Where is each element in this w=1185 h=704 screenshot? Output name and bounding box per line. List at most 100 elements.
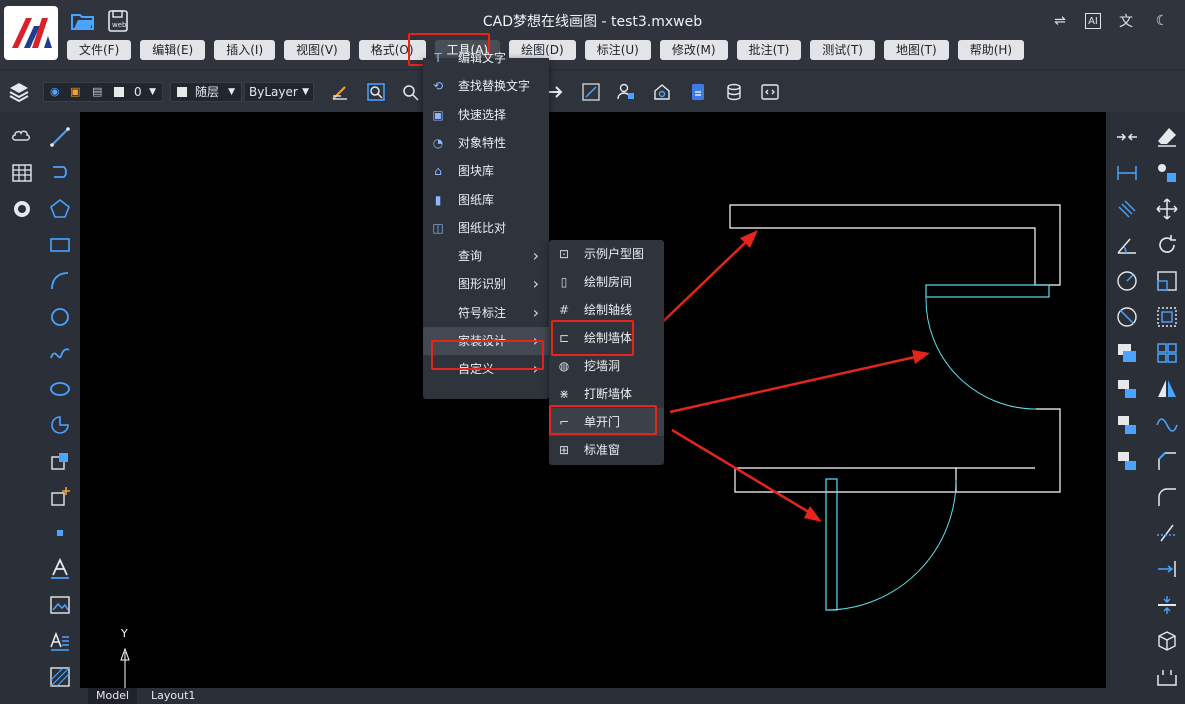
linear-dimension-icon[interactable]	[1114, 160, 1140, 186]
submenu-item[interactable]: ⌐ 单开门	[549, 408, 664, 436]
tools-menu-item[interactable]: ◫ 图纸比对	[423, 214, 549, 242]
text-icon[interactable]	[47, 556, 73, 582]
tools-menu-item[interactable]: ▣ 快速选择	[423, 101, 549, 129]
menu-format[interactable]: 格式(O)	[358, 40, 426, 60]
open-folder-icon[interactable]	[70, 8, 96, 34]
save-web-icon[interactable]: web	[106, 8, 132, 34]
trim-icon[interactable]	[1154, 520, 1180, 546]
dark-mode-icon[interactable]: ☾	[1151, 10, 1173, 32]
polygon-icon[interactable]	[47, 196, 73, 222]
extend-icon[interactable]	[1154, 556, 1180, 582]
image-icon[interactable]	[47, 592, 73, 618]
copy-icon[interactable]	[1114, 340, 1140, 366]
zoom-extents-icon[interactable]	[398, 80, 422, 104]
mxcad-logo[interactable]	[4, 6, 58, 60]
block-home-icon[interactable]	[650, 80, 674, 104]
point-icon[interactable]	[47, 520, 73, 546]
revision-cloud-icon[interactable]	[9, 124, 35, 150]
lock-icon[interactable]: ▣	[70, 83, 80, 101]
ai-icon[interactable]: AI	[1085, 13, 1101, 29]
match-properties-icon[interactable]	[328, 80, 352, 104]
mtext-icon[interactable]	[47, 628, 73, 654]
aligned-dimension-icon[interactable]	[1114, 196, 1140, 222]
measure-icon[interactable]	[579, 80, 603, 104]
tools-menu-item[interactable]: ⟲ 查找替换文字	[423, 72, 549, 100]
menu-map[interactable]: 地图(T)	[884, 40, 949, 60]
fillet-icon[interactable]	[1154, 484, 1180, 510]
submenu-item[interactable]: ▯ 绘制房间	[549, 268, 664, 296]
tab-model[interactable]: Model	[88, 688, 138, 704]
insert-block-icon[interactable]	[47, 448, 73, 474]
submenu-item[interactable]: ⋇ 打断墙体	[549, 380, 664, 408]
print-icon[interactable]: ▤	[92, 83, 102, 101]
linetype-select[interactable]: ByLayer ▼	[244, 82, 314, 102]
menu-test[interactable]: 测试(T)	[810, 40, 875, 60]
color-select[interactable]: 随层 ▼	[170, 82, 242, 102]
create-block-icon[interactable]	[47, 484, 73, 510]
layers-icon[interactable]	[7, 80, 31, 104]
database-icon[interactable]	[722, 80, 746, 104]
menu-edit[interactable]: 编辑(E)	[140, 40, 206, 60]
menu-help[interactable]: 帮助(H)	[957, 40, 1025, 60]
diameter-dimension-icon[interactable]	[1114, 304, 1140, 330]
explode-icon[interactable]	[1154, 664, 1180, 690]
submenu-item[interactable]: ⊡ 示例户型图	[549, 240, 664, 268]
hatch-icon[interactable]	[47, 664, 73, 690]
move-icon[interactable]	[1154, 196, 1180, 222]
submenu-item[interactable]: ⊞ 标准窗	[549, 436, 664, 464]
wave-icon[interactable]	[1154, 412, 1180, 438]
ellipse-arc-icon[interactable]	[47, 412, 73, 438]
radius-dimension-icon[interactable]	[1114, 268, 1140, 294]
circle-icon[interactable]	[47, 304, 73, 330]
translate-icon[interactable]: 文	[1115, 10, 1137, 32]
chamfer-icon[interactable]	[1154, 448, 1180, 474]
tools-menu-item[interactable]: 图形识别 ›	[423, 270, 549, 298]
tools-menu-item[interactable]: 查询 ›	[423, 242, 549, 270]
submenu-item[interactable]: # 绘制轴线	[549, 296, 664, 324]
draw-order-icon[interactable]	[1114, 448, 1140, 474]
arc-icon[interactable]	[47, 268, 73, 294]
submenu-item[interactable]: ⊏ 绘制墙体	[549, 324, 664, 352]
tools-menu-item[interactable]: 家装设计 ›	[423, 327, 549, 355]
group-icon[interactable]	[1154, 160, 1180, 186]
rectangle-icon[interactable]	[47, 232, 73, 258]
tools-menu-item[interactable]: ◔ 对象特性	[423, 129, 549, 157]
menu-file[interactable]: 文件(F)	[67, 40, 132, 60]
polyline-icon[interactable]	[47, 160, 73, 186]
spline-icon[interactable]	[47, 340, 73, 366]
distance-icon[interactable]	[1114, 124, 1140, 150]
array-icon[interactable]	[1154, 340, 1180, 366]
rotate-icon[interactable]	[1154, 232, 1180, 258]
tools-menu-item[interactable]: ▮ 图纸库	[423, 186, 549, 214]
menu-insert[interactable]: 插入(I)	[214, 40, 276, 60]
break-icon[interactable]	[1154, 592, 1180, 618]
swap-icon[interactable]: ⇌	[1049, 10, 1071, 32]
ellipse-icon[interactable]	[47, 376, 73, 402]
3d-box-icon[interactable]	[1154, 628, 1180, 654]
tools-menu-item[interactable]: ⌂ 图块库	[423, 157, 549, 185]
donut-icon[interactable]	[9, 196, 35, 222]
menu-dimension[interactable]: 标注(U)	[584, 40, 651, 60]
submenu-item[interactable]: ◍ 挖墙洞	[549, 352, 664, 380]
bring-front-icon[interactable]	[1114, 376, 1140, 402]
angular-dimension-icon[interactable]	[1114, 232, 1140, 258]
tools-menu-item[interactable]: T 编辑文字	[423, 44, 549, 72]
menu-view[interactable]: 视图(V)	[284, 40, 350, 60]
tools-menu-item[interactable]: 符号标注 ›	[423, 299, 549, 327]
offset-icon[interactable]	[1154, 304, 1180, 330]
line-icon[interactable]	[47, 124, 73, 150]
drawing-file-icon[interactable]	[686, 80, 710, 104]
layer-select[interactable]: ◉ ▣ ▤ 0 ▼	[43, 82, 163, 102]
tab-layout1[interactable]: Layout1	[143, 688, 203, 704]
eraser-icon[interactable]	[1154, 124, 1180, 150]
mirror-icon[interactable]	[1154, 376, 1180, 402]
scale-icon[interactable]	[1154, 268, 1180, 294]
menu-modify[interactable]: 修改(M)	[659, 40, 728, 60]
zoom-window-icon[interactable]	[364, 80, 388, 104]
visibility-icon[interactable]: ◉	[50, 83, 60, 101]
tools-menu-item[interactable]: 自定义 ›	[423, 355, 549, 383]
user-properties-icon[interactable]	[614, 80, 638, 104]
table-icon[interactable]	[9, 160, 35, 186]
code-icon[interactable]	[758, 80, 782, 104]
send-back-icon[interactable]	[1114, 412, 1140, 438]
